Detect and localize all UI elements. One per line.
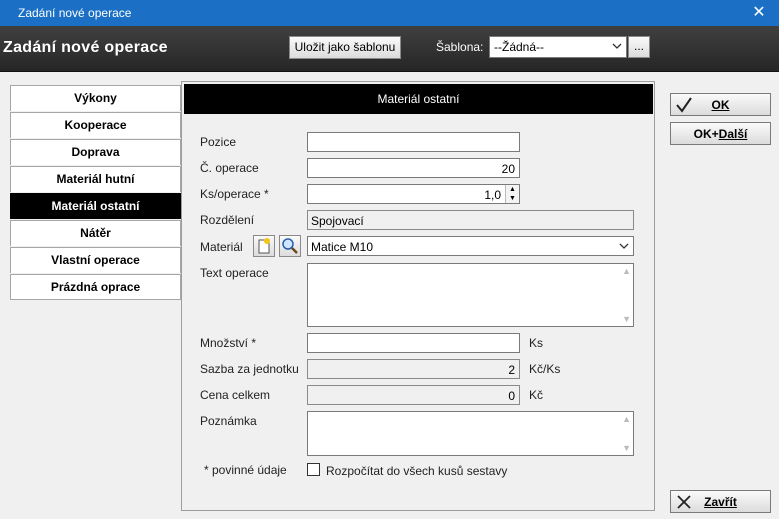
- sazba-value: 2: [508, 363, 515, 377]
- mnozstvi-unit: Ks: [529, 336, 544, 350]
- nav-item-doprava[interactable]: Doprava: [10, 139, 181, 165]
- chevron-down-icon: [619, 240, 629, 255]
- dialog-header: Zadání nové operace Uložit jako šablonu …: [0, 26, 779, 72]
- mnozstvi-input[interactable]: [307, 333, 520, 353]
- ks-operace-label: Ks/operace *: [200, 187, 269, 201]
- template-select-value: --Žádná--: [494, 40, 545, 54]
- sazba-unit: Kč/Ks: [529, 362, 561, 376]
- nav-item-prazdna-oprace[interactable]: Prázdná oprace: [10, 274, 181, 300]
- rozdeleni-field: Spojovací: [307, 210, 634, 230]
- template-select[interactable]: --Žádná--: [489, 36, 627, 58]
- nav-item-vykony[interactable]: Výkony: [10, 85, 181, 111]
- spin-down-icon[interactable]: ▼: [506, 194, 519, 203]
- cena-value: 0: [508, 389, 515, 403]
- close-button[interactable]: Zavřít: [670, 490, 771, 513]
- pozice-label: Pozice: [200, 135, 237, 149]
- cena-label: Cena celkem: [200, 388, 271, 402]
- nav-item-vlastni-operace[interactable]: Vlastní operace: [10, 247, 181, 273]
- close-label: Zavřít: [704, 495, 737, 509]
- rozdeleni-label: Rozdělení: [200, 213, 255, 227]
- ks-operace-input[interactable]: 1,0 ▲ ▼: [307, 184, 520, 204]
- mnozstvi-label: Množství *: [200, 336, 257, 350]
- new-document-icon: [258, 238, 270, 254]
- search-icon: [282, 238, 298, 254]
- text-operace-textarea[interactable]: ▲ ▼: [307, 263, 634, 327]
- c-operace-label: Č. operace: [200, 161, 259, 175]
- template-label: Šablona:: [436, 40, 484, 54]
- chevron-down-icon: [612, 40, 622, 55]
- distribute-label[interactable]: Rozpočítat do všech kusů sestavy: [326, 464, 507, 478]
- scroll-down-icon[interactable]: ▼: [622, 314, 631, 324]
- material-label: Materiál: [200, 240, 243, 254]
- required-note: * povinné údaje: [204, 463, 287, 477]
- poznamka-label: Poznámka: [200, 414, 257, 428]
- scroll-up-icon[interactable]: ▲: [622, 266, 631, 276]
- scroll-down-icon[interactable]: ▼: [622, 443, 631, 453]
- material-select[interactable]: Matice M10: [307, 236, 634, 256]
- save-as-template-button[interactable]: Uložit jako šablonu: [289, 36, 401, 59]
- pozice-input[interactable]: [307, 132, 520, 152]
- ok-next-button[interactable]: OK+Další: [670, 122, 771, 145]
- new-material-button[interactable]: [253, 235, 275, 257]
- template-browse-button[interactable]: ...: [628, 36, 650, 58]
- sazba-field: 2: [307, 359, 520, 379]
- panel-title: Materiál ostatní: [184, 84, 653, 114]
- distribute-checkbox[interactable]: [307, 463, 320, 476]
- sazba-label: Sazba za jednotku: [200, 362, 299, 376]
- ok-next-prefix: OK+: [693, 127, 719, 141]
- cena-field: 0: [307, 385, 520, 405]
- window-titlebar: Zadání nové operace ✕: [0, 0, 779, 26]
- material-value: Matice M10: [311, 240, 374, 254]
- spin-up-icon[interactable]: ▲: [506, 185, 519, 194]
- text-operace-label: Text operace: [200, 266, 269, 280]
- scroll-up-icon[interactable]: ▲: [622, 414, 631, 424]
- nav-item-kooperace[interactable]: Kooperace: [10, 112, 181, 138]
- c-operace-input[interactable]: 20: [307, 158, 520, 178]
- ok-next-suffix: Další: [718, 127, 748, 141]
- ok-next-label: OK+Další: [671, 127, 770, 141]
- cena-unit: Kč: [529, 388, 544, 402]
- ok-button[interactable]: OK: [670, 93, 771, 116]
- nav-item-nater[interactable]: Nátěr: [10, 220, 181, 246]
- poznamka-textarea[interactable]: ▲ ▼: [307, 411, 634, 456]
- dialog-title: Zadání nové operace: [3, 39, 168, 56]
- ok-label: OK: [711, 98, 730, 112]
- c-operace-value: 20: [501, 162, 515, 176]
- rozdeleni-value: Spojovací: [311, 214, 364, 228]
- ks-operace-spinner[interactable]: ▲ ▼: [505, 185, 519, 203]
- nav-item-material-hutni[interactable]: Materiál hutní: [10, 166, 181, 192]
- ks-operace-value: 1,0: [484, 188, 501, 202]
- close-window-icon[interactable]: ✕: [739, 0, 779, 26]
- nav-item-material-ostatni[interactable]: Materiál ostatní: [10, 193, 181, 219]
- search-material-button[interactable]: [279, 235, 301, 257]
- window-title: Zadání nové operace: [18, 6, 132, 20]
